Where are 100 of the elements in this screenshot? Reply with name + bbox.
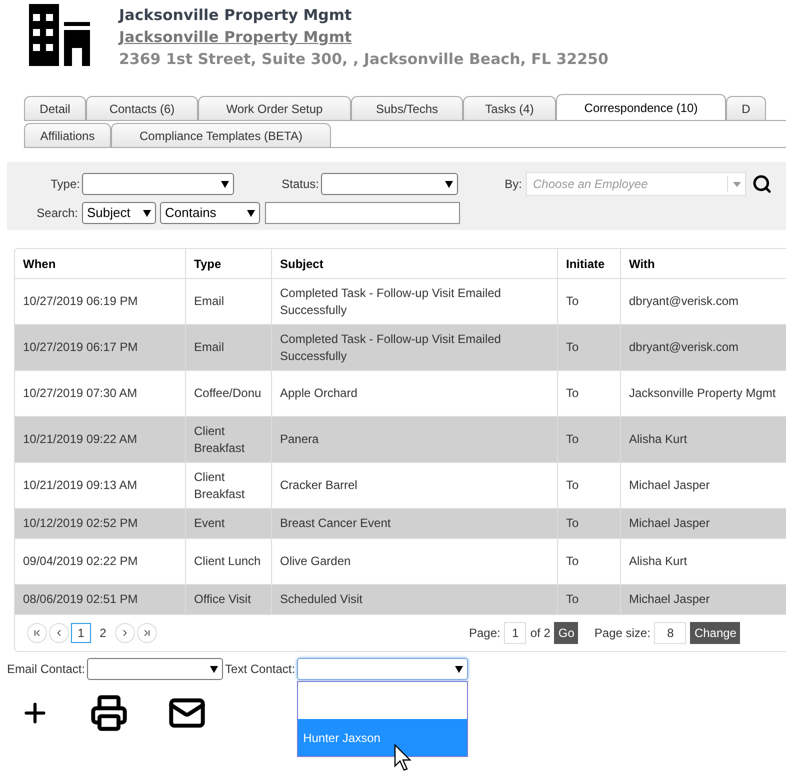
page-count: of 2 [530,625,550,642]
table-row[interactable]: 08/06/2019 02:51 PM Office Visit Scheduled Visit To Michael Jasper [15,585,786,615]
page-button[interactable]: 2 [93,623,113,643]
tab[interactable]: Tasks (4) [463,96,556,120]
go-button[interactable]: Go [554,622,578,644]
column-header[interactable]: Initiate [566,254,605,272]
table-cell: Panera [280,431,319,448]
table-cell: To [566,431,579,448]
table-row[interactable]: 10/27/2019 06:19 PM Email Completed Task - Follow-up Visit Emailed Successfully To dbryant@verisk.com [15,279,786,325]
tab[interactable]: Subs/Techs [351,96,463,120]
table-cell: Apple Orchard [280,385,358,402]
change-button[interactable]: Change [690,622,740,644]
table-cell: To [566,385,579,402]
table-cell: Scheduled Visit [280,591,362,608]
first-page-icon [32,628,42,638]
text-contact-select[interactable] [297,658,468,680]
company-title: Jacksonville Property Mgmt [119,5,353,26]
tab[interactable]: D [726,96,766,120]
table-cell: Michael Jasper [629,515,710,532]
table-cell: 10/21/2019 09:22 AM [23,431,138,448]
caret-icon [210,666,218,672]
search-icon[interactable] [752,174,772,194]
search-label: Search: [36,205,78,222]
table-cell: 10/27/2019 07:30 AM [23,385,138,402]
caret-icon [445,180,453,188]
table-cell: Email [194,339,224,356]
caret-icon [143,210,151,216]
email-contact-select[interactable] [87,658,224,680]
caret-icon [732,182,740,186]
table-cell: Michael Jasper [629,477,710,494]
company-link[interactable]: Jacksonville Property Mgmt [119,26,608,48]
table-cell: To [566,293,579,310]
first-page-button[interactable] [27,623,47,643]
table-cell: 10/27/2019 06:19 PM [23,293,138,310]
tab[interactable]: Correspondence (10) [556,94,726,120]
table-cell: Email [194,293,224,310]
column-header[interactable]: With [629,254,655,272]
tab[interactable]: Contacts (6) [86,96,198,120]
table-cell: Coffee/Donu [194,385,262,402]
type-label: Type: [50,176,81,193]
table-cell: 10/27/2019 06:17 PM [23,339,138,356]
status-select[interactable] [321,173,458,195]
table-cell: 08/06/2019 02:51 PM [23,591,138,608]
search-field-select[interactable]: Subject [82,202,156,224]
building-icon [29,4,91,66]
table-cell: Alisha Kurt [629,431,688,448]
tab[interactable]: Detail [24,96,86,120]
printer-icon[interactable] [90,694,128,732]
text-contact-label: Text Contact: [225,661,296,678]
table-cell: Jacksonville Property Mgmt [629,385,776,402]
table-cell-text: Completed Task - Follow-up Visit Emailed Successfully [280,330,502,364]
email-contact-label: Email Contact: [7,661,86,678]
table-cell: To [566,477,579,494]
search-operator-select[interactable]: Contains [160,202,260,224]
page-button[interactable]: 1 [71,623,91,643]
tab[interactable]: Affiliations [24,123,111,147]
table-cell: To [566,339,579,356]
company-address: 2369 1st Street, Suite 300, , Jacksonville Beach, FL 32250 [119,49,608,70]
page-size-input[interactable]: 8 [654,622,686,644]
table-cell-text: Completed Task - Follow-up Visit Emailed Successfully [280,284,502,318]
table-cell: 09/04/2019 02:22 PM [23,553,138,570]
table-cell: 10/12/2019 02:52 PM [23,515,138,532]
table-cell: Office Visit [194,591,251,608]
column-header[interactable]: Type [194,254,222,272]
table-cell: Breast Cancer Event [280,515,391,532]
table-cell: To [566,515,579,532]
table-cell: To [566,591,579,608]
by-label: By: [504,176,523,193]
table-row[interactable]: 10/27/2019 07:30 AM Coffee/Donu Apple Orchard To Jacksonville Property Mgmt [15,371,786,417]
table-cell: Client Lunch [194,553,261,570]
table-row[interactable]: 10/21/2019 09:22 AM Client Breakfast Panera To Alisha Kurt [15,417,786,463]
last-page-button[interactable] [137,623,157,643]
table-cell: To [566,553,579,570]
table-row[interactable]: 10/21/2019 09:13 AM Client Breakfast Cracker Barrel To Michael Jasper [15,463,786,509]
search-input[interactable] [265,202,460,224]
tab[interactable]: Work Order Setup [198,96,351,120]
page-size-label: Page size: [594,625,650,642]
page-label: Page: [469,625,500,642]
table-cell: Event [194,515,225,532]
table-cell: 10/21/2019 09:13 AM [23,477,138,494]
last-page-icon [142,628,152,638]
caret-icon [455,666,464,672]
type-select[interactable] [82,173,234,195]
table-cell-text: Client Breakfast [194,422,246,456]
table-cell: Olive Garden [280,553,351,570]
table-cell-text: Client Breakfast [194,468,246,502]
table-cell: dbryant@verisk.com [629,339,739,356]
table-row[interactable]: 10/12/2019 02:52 PM Event Breast Cancer Event To Michael Jasper [15,509,786,539]
column-header[interactable]: When [23,254,56,272]
table-row[interactable]: 10/27/2019 06:17 PM Email Completed Task - Follow-up Visit Emailed Successfully To dbryant@verisk.com [15,325,786,371]
status-label: Status: [280,176,320,193]
caret-icon [247,210,255,216]
table-cell: Michael Jasper [629,591,710,608]
page-input[interactable]: 1 [504,622,526,644]
tab[interactable]: Compliance Templates (BETA) [111,123,331,147]
caret-icon [221,180,229,188]
table-cell: Cracker Barrel [280,477,358,494]
table-row[interactable]: 09/04/2019 02:22 PM Client Lunch Olive Garden To Alisha Kurt [15,539,786,585]
table-cell: dbryant@verisk.com [629,293,739,310]
column-header[interactable]: Subject [280,254,324,272]
